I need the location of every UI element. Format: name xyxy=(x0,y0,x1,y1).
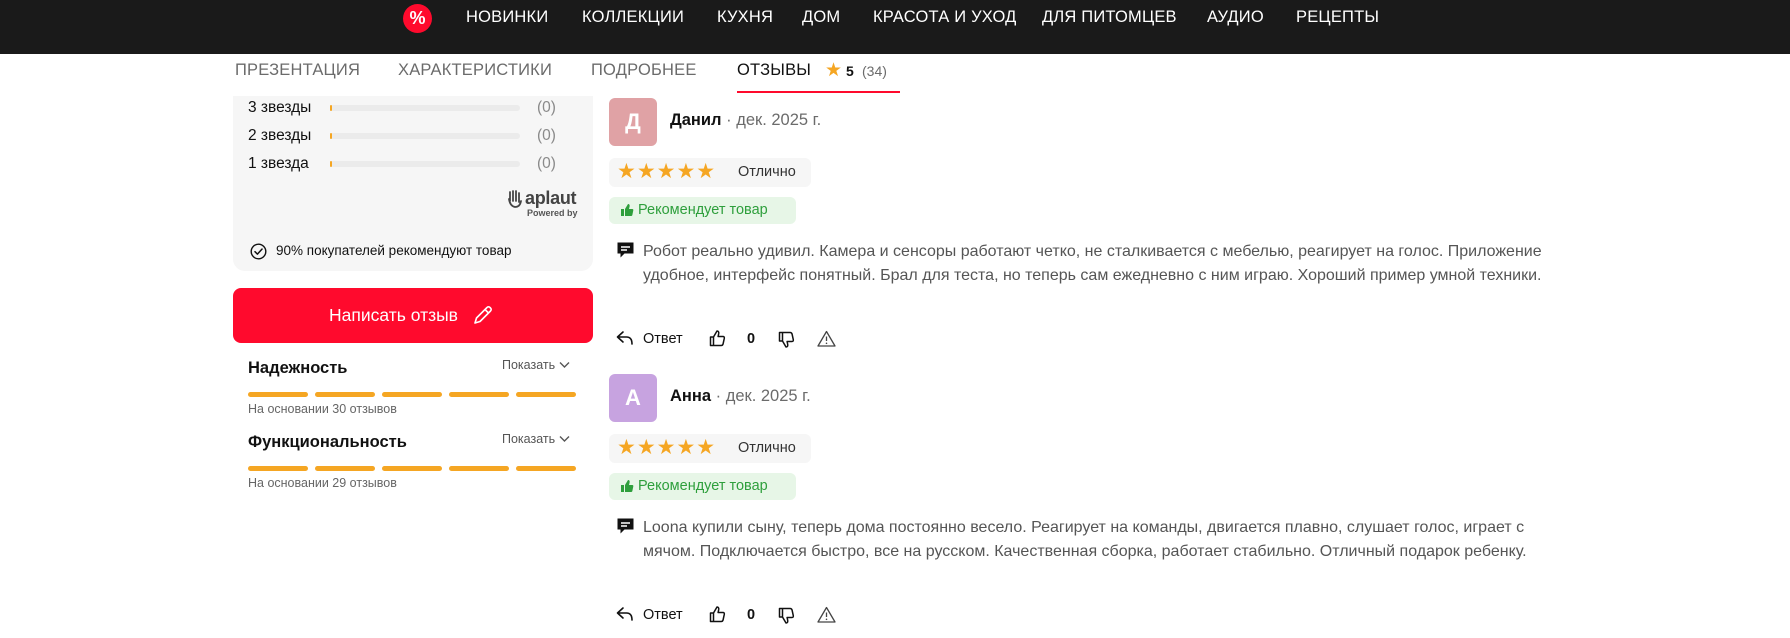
nav-item-new[interactable]: НОВИНКИ xyxy=(466,8,548,27)
rating-label: Отлично xyxy=(738,164,796,180)
vote-count: 0 xyxy=(747,331,756,347)
thumbs-up-icon xyxy=(621,204,634,216)
reply-icon[interactable] xyxy=(616,606,634,622)
aplaut-logo[interactable]: aplaut xyxy=(525,188,577,209)
attribute-show-toggle[interactable]: Показать xyxy=(502,432,570,446)
vote-count: 0 xyxy=(747,607,756,623)
write-review-button[interactable]: Написать отзыв xyxy=(233,288,593,343)
tab-reviews[interactable]: ОТЗЫВЫ xyxy=(737,61,811,80)
author-name: Данил xyxy=(670,111,722,129)
comment-icon xyxy=(617,518,634,534)
recommends-badge: Рекомендует товар xyxy=(609,197,796,224)
rating-row-bar xyxy=(330,161,520,167)
rating-label: Отлично xyxy=(738,440,796,456)
reply-button[interactable]: Ответ xyxy=(643,607,683,623)
attribute-rating-segment xyxy=(516,466,576,471)
top-navigation: % НОВИНКИ КОЛЛЕКЦИИ КУХНЯ ДОМ КРАСОТА И … xyxy=(0,0,1790,54)
attribute-rating-segment xyxy=(248,466,308,471)
rating-row-bar-fill xyxy=(330,161,333,167)
active-tab-indicator xyxy=(737,91,900,93)
review-author: Анна · дек. 2025 г. xyxy=(670,387,811,406)
review-text: Робот реально удивил. Камера и сенсоры р… xyxy=(643,243,1542,284)
rating-row-bar xyxy=(330,105,520,111)
tab-specifications[interactable]: ХАРАКТЕРИСТИКИ xyxy=(398,61,552,80)
avatar: А xyxy=(609,374,657,422)
nav-item-beauty[interactable]: КРАСОТА И УХОД xyxy=(873,8,1017,27)
aplaut-hand-icon xyxy=(508,190,522,208)
report-warning-icon[interactable] xyxy=(817,606,836,623)
avatar: Д xyxy=(609,98,657,146)
nav-item-audio[interactable]: АУДИО xyxy=(1207,8,1264,27)
attribute-note: На основании 30 отзывов xyxy=(248,402,397,416)
recommends-label: Рекомендует товар xyxy=(638,202,768,218)
recommend-percentage: 90% покупателей рекомендуют товар xyxy=(276,243,512,258)
chevron-down-icon xyxy=(559,362,570,368)
rating-row-count: (0) xyxy=(537,127,556,144)
powered-by-label: Powered by xyxy=(527,208,578,218)
rating-row-count: (0) xyxy=(537,99,556,116)
attribute-rating-segment xyxy=(248,392,308,397)
review-date: · дек. 2025 г. xyxy=(711,387,811,405)
star-icon: ★ xyxy=(825,60,843,81)
nav-item-pets[interactable]: ДЛЯ ПИТОМЦЕВ xyxy=(1042,8,1177,27)
tab-reviews-count: (34) xyxy=(862,63,887,79)
rating-row-label: 3 звезды xyxy=(248,99,312,116)
rating-row-bar xyxy=(330,133,520,139)
chevron-down-icon xyxy=(559,436,570,442)
recommends-label: Рекомендует товар xyxy=(638,478,768,494)
like-icon[interactable] xyxy=(709,605,727,623)
review-date: · дек. 2025 г. xyxy=(721,111,822,129)
review-rating: ★★★★★ Отлично xyxy=(609,434,811,463)
dislike-icon[interactable] xyxy=(778,607,796,625)
attribute-rating-segment xyxy=(315,392,375,397)
rating-row-label: 1 звезда xyxy=(248,155,309,172)
attribute-show-toggle[interactable]: Показать xyxy=(502,358,570,372)
attribute-rating-segment xyxy=(516,392,576,397)
attribute-title: Функциональность xyxy=(248,433,407,451)
nav-item-kitchen[interactable]: КУХНЯ xyxy=(717,8,773,27)
rating-row-bar-fill xyxy=(330,105,333,111)
report-warning-icon[interactable] xyxy=(817,330,836,347)
attribute-rating-segment xyxy=(382,392,442,397)
attribute-note: На основании 29 отзывов xyxy=(248,476,397,490)
review-rating: ★★★★★ Отлично xyxy=(609,158,811,187)
nav-item-recipes[interactable]: РЕЦЕПТЫ xyxy=(1296,8,1379,27)
author-name: Анна xyxy=(670,387,712,405)
rating-row-bar-fill xyxy=(330,133,333,139)
rating-stars-icon: ★★★★★ xyxy=(617,436,717,459)
attribute-rating-segment xyxy=(449,466,509,471)
attribute-title: Надежность xyxy=(248,359,348,377)
attribute-rating-segment xyxy=(382,466,442,471)
reply-button[interactable]: Ответ xyxy=(643,331,683,347)
like-icon[interactable] xyxy=(709,329,727,347)
nav-item-collections[interactable]: КОЛЛЕКЦИИ xyxy=(582,8,684,27)
rating-stars-icon: ★★★★★ xyxy=(617,160,717,183)
sale-percent-icon[interactable]: % xyxy=(403,4,432,33)
reply-icon[interactable] xyxy=(616,330,634,346)
write-review-label: Написать отзыв xyxy=(329,305,458,325)
pencil-icon xyxy=(474,306,492,324)
recommends-badge: Рекомендует товар xyxy=(609,473,796,500)
tab-details[interactable]: ПОДРОБНЕЕ xyxy=(591,61,697,80)
dislike-icon[interactable] xyxy=(778,331,796,349)
rating-row-count: (0) xyxy=(537,155,556,172)
tab-reviews-score: 5 xyxy=(846,63,854,79)
thumbs-up-icon xyxy=(621,480,634,492)
nav-item-home[interactable]: ДОМ xyxy=(802,8,840,27)
attribute-rating-segment xyxy=(449,392,509,397)
review-text: Loona купили сыну, теперь дома постоянно… xyxy=(643,519,1527,560)
comment-icon xyxy=(617,242,634,258)
rating-row-label: 2 звезды xyxy=(248,127,312,144)
check-circle-icon xyxy=(250,243,267,260)
attribute-rating-segment xyxy=(315,466,375,471)
tab-presentation[interactable]: ПРЕЗЕНТАЦИЯ xyxy=(235,61,360,80)
review-author: Данил · дек. 2025 г. xyxy=(670,111,821,130)
